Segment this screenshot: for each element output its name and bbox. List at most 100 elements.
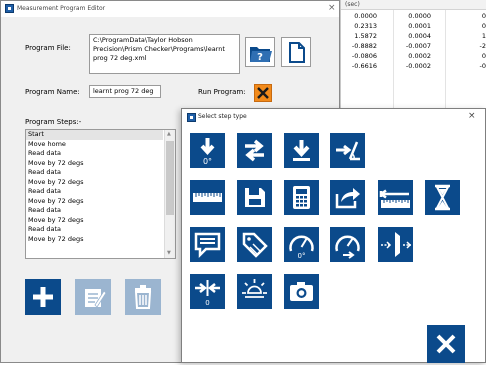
grid-cell: 0.0002 bbox=[408, 52, 431, 60]
editor-title: Measurement Program Editor bbox=[17, 5, 106, 12]
add-step-button[interactable] bbox=[25, 279, 61, 315]
grid-cell: -0.6616 bbox=[351, 62, 377, 70]
grid-cell: -0.8882 bbox=[351, 42, 377, 50]
select-step-type-dialog: Select step type × 0° 0° 0 bbox=[181, 108, 486, 363]
swap-arrows-icon bbox=[245, 139, 264, 162]
grid-cell: 0.0000 bbox=[408, 12, 431, 20]
list-item[interactable]: Move by 72 degs bbox=[28, 197, 84, 207]
list-item[interactable]: Start bbox=[28, 130, 44, 140]
gauge-zero-icon: 0° bbox=[289, 235, 314, 260]
app-icon bbox=[5, 4, 14, 13]
save-tile[interactable] bbox=[237, 180, 272, 215]
calculate-tile[interactable] bbox=[284, 180, 319, 215]
download-arrow-icon bbox=[293, 140, 310, 161]
move-home-tile[interactable] bbox=[284, 133, 319, 168]
converge-arrows-icon: 0 bbox=[195, 280, 220, 307]
dialog-close-button[interactable]: × bbox=[468, 111, 476, 121]
program-name-label: Program Name: bbox=[25, 88, 80, 96]
svg-text:?: ? bbox=[257, 52, 263, 63]
program-steps-label: Program Steps:- bbox=[25, 118, 82, 126]
scrollbar-thumb[interactable] bbox=[166, 141, 174, 215]
selected-row-highlight bbox=[26, 130, 163, 140]
program-steps-list[interactable]: Start Move home Read data Move by 72 deg… bbox=[25, 129, 176, 259]
grid-cell: -0.0002 bbox=[405, 62, 431, 70]
scroll-down-arrow-icon[interactable]: ▼ bbox=[167, 250, 171, 256]
scroll-up-arrow-icon[interactable]: ▲ bbox=[167, 131, 171, 137]
sun-light-icon bbox=[242, 279, 267, 298]
span-measure-tile[interactable] bbox=[378, 180, 413, 215]
list-item[interactable]: Read data bbox=[28, 206, 61, 216]
gauge-arrow-icon bbox=[335, 235, 360, 259]
close-dialog-button[interactable] bbox=[427, 325, 465, 363]
speech-bubble-icon bbox=[194, 232, 221, 259]
gauge-move-tile[interactable] bbox=[330, 227, 365, 262]
list-item[interactable]: Read data bbox=[28, 168, 61, 178]
arrow-down-zero-icon: 0° bbox=[200, 138, 215, 166]
prism-beam-icon bbox=[381, 232, 412, 257]
list-item[interactable]: Move by 72 degs bbox=[28, 235, 84, 245]
tag-tile[interactable] bbox=[237, 227, 272, 262]
list-item[interactable]: Read data bbox=[28, 225, 61, 235]
grid-row: -0.0806 0.0002 0 bbox=[341, 51, 486, 61]
editor-close-button[interactable]: × bbox=[328, 3, 336, 13]
list-item[interactable]: Move by 72 degs bbox=[28, 216, 84, 226]
edit-notepad-icon bbox=[85, 289, 107, 308]
tag-label-icon bbox=[242, 232, 268, 258]
plus-icon bbox=[33, 287, 53, 307]
hourglass-icon bbox=[435, 184, 450, 211]
dialog-app-icon bbox=[187, 113, 196, 122]
grid-cell: 0 bbox=[481, 22, 486, 30]
background-data-grid: (sec) 0.0000 0.0000 0 0.2313 0.0001 0 1.… bbox=[340, 0, 486, 112]
grid-cell: 0 bbox=[481, 52, 486, 60]
share-export-icon bbox=[335, 188, 360, 209]
list-item[interactable]: Read data bbox=[28, 187, 61, 197]
grid-cell: -0.0007 bbox=[405, 42, 431, 50]
list-item[interactable]: Move by 72 degs bbox=[28, 159, 84, 169]
list-item[interactable]: Move by 72 degs bbox=[28, 178, 84, 188]
swap-direction-tile[interactable] bbox=[237, 133, 272, 168]
delete-step-button[interactable] bbox=[125, 279, 161, 315]
grid-cell: 0 bbox=[481, 12, 486, 20]
program-file-field[interactable]: C:\ProgramData\Taylor Hobson Precision\P… bbox=[89, 34, 240, 74]
dialog-title: Select step type bbox=[198, 113, 247, 120]
open-file-button[interactable]: ? bbox=[245, 37, 275, 67]
new-file-button[interactable] bbox=[281, 37, 311, 67]
run-program-label: Run Program: bbox=[198, 88, 246, 96]
grid-cell: 0.0004 bbox=[408, 32, 431, 40]
list-item[interactable]: Read data bbox=[28, 149, 61, 159]
export-tile[interactable] bbox=[330, 180, 365, 215]
grid-row: 0.0000 0.0000 0 bbox=[341, 11, 486, 21]
close-x-icon bbox=[257, 87, 269, 99]
run-program-button[interactable] bbox=[254, 84, 272, 102]
arrow-to-angle-icon bbox=[336, 141, 360, 161]
ruler-span-icon bbox=[379, 189, 410, 208]
grid-header-label: (sec) bbox=[345, 1, 360, 8]
close-icon bbox=[436, 334, 456, 354]
floppy-disk-icon bbox=[245, 188, 265, 207]
light-tile[interactable] bbox=[237, 274, 272, 309]
program-file-label: Program File: bbox=[25, 44, 71, 52]
move-to-angle-tile[interactable] bbox=[330, 133, 365, 168]
grid-row: 1.5872 0.0004 1 bbox=[341, 31, 486, 41]
measure-ruler-tile[interactable] bbox=[190, 180, 225, 215]
grid-cell: 0.0001 bbox=[408, 22, 431, 30]
grid-row: -0.8882 -0.0007 -2 bbox=[341, 41, 486, 51]
steps-scrollbar[interactable]: ▲ ▼ bbox=[164, 130, 175, 258]
program-name-field[interactable]: learnt prog 72 deg bbox=[89, 85, 161, 98]
grid-row: -0.6616 -0.0002 -0 bbox=[341, 61, 486, 71]
grid-header: (sec) bbox=[341, 0, 486, 10]
converge-zero-tile[interactable]: 0 bbox=[190, 274, 225, 309]
camera-tile[interactable] bbox=[284, 274, 319, 309]
grid-cell: -0 bbox=[479, 62, 486, 70]
wait-tile[interactable] bbox=[425, 180, 460, 215]
message-tile[interactable] bbox=[190, 227, 225, 262]
camera-icon bbox=[290, 282, 313, 301]
prism-scan-tile[interactable] bbox=[378, 227, 413, 262]
list-item[interactable]: Move home bbox=[28, 140, 66, 150]
grid-cell: 1 bbox=[481, 32, 486, 40]
rotate-to-zero-tile[interactable]: 0° bbox=[190, 133, 225, 168]
gauge-zero-tile[interactable]: 0° bbox=[284, 227, 319, 262]
grid-cell: 0.2313 bbox=[354, 22, 377, 30]
ruler-icon bbox=[193, 193, 222, 202]
edit-step-button[interactable] bbox=[75, 279, 111, 315]
